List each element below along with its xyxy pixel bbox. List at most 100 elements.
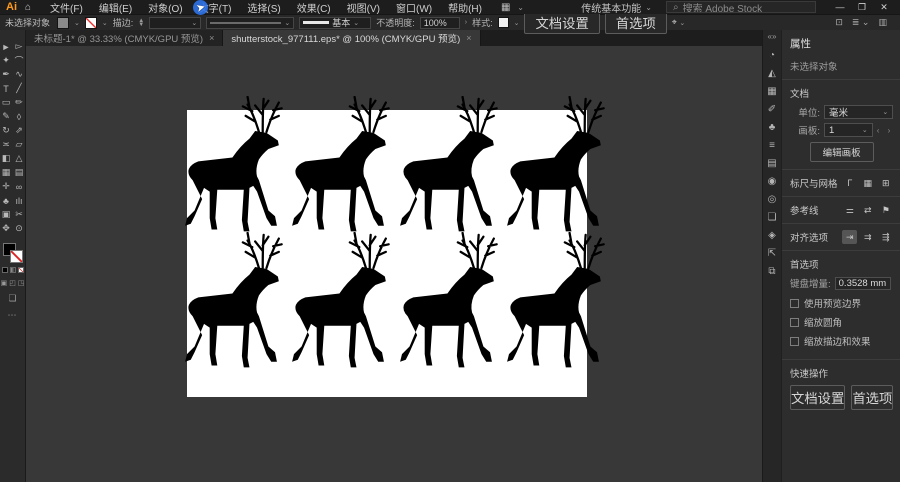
magic-wand-tool[interactable]: ✦: [0, 54, 12, 67]
keyboard-increment-field[interactable]: 0.3528 mm: [835, 277, 891, 290]
menu-item[interactable]: 效果(C): [290, 0, 338, 16]
menu-item[interactable]: 文件(F): [43, 0, 90, 16]
document-tab[interactable]: shutterstock_977111.eps* @ 100% (CMYK/GP…: [223, 30, 480, 46]
gradient-panel-icon[interactable]: ▤: [763, 155, 781, 172]
fill-color-swatch[interactable]: [57, 17, 69, 29]
menu-item[interactable]: 编辑(E): [92, 0, 139, 16]
rotate-tool[interactable]: ↻: [0, 124, 12, 137]
smart-guides-icon[interactable]: ⚑: [878, 203, 893, 217]
artboard-tool[interactable]: ▣: [0, 208, 12, 221]
menu-item[interactable]: 对象(O): [141, 0, 189, 16]
units-dropdown[interactable]: 毫米⌄: [824, 105, 893, 119]
graphic-styles-panel-icon[interactable]: ❏: [763, 209, 781, 226]
swatches-panel-icon[interactable]: ▦: [763, 83, 781, 100]
menu-item[interactable]: 窗口(W): [389, 0, 439, 16]
menu-item[interactable]: 文字(T): [192, 0, 239, 16]
symbols-panel-icon[interactable]: ♣: [763, 119, 781, 136]
direct-selection-tool[interactable]: ▻: [13, 40, 25, 53]
gradient-tool[interactable]: ▤: [13, 166, 25, 179]
slice-tool[interactable]: ✂: [13, 208, 25, 221]
zoom-tool[interactable]: ⊙: [13, 222, 25, 235]
show-guides-icon[interactable]: ⚌: [842, 203, 857, 217]
brushes-panel-icon[interactable]: ✐: [763, 101, 781, 118]
document-setup-button[interactable]: 文档设置: [790, 385, 845, 410]
draw-mode-icon[interactable]: ▣: [1, 279, 8, 287]
chevron-down-icon[interactable]: ⌄: [514, 19, 520, 27]
canvas[interactable]: [26, 46, 762, 482]
menu-item[interactable]: 视图(V): [340, 0, 387, 16]
checkbox[interactable]: [790, 299, 799, 308]
scale-tool[interactable]: ⇗: [13, 124, 25, 137]
checkbox[interactable]: [790, 318, 799, 327]
pencil-tool[interactable]: ✎: [0, 110, 12, 123]
shape-builder-tool[interactable]: ◧: [0, 152, 12, 165]
minimize-button[interactable]: —: [830, 2, 850, 13]
snap-option-icon[interactable]: ⇉: [860, 230, 875, 244]
arrange-documents-icon[interactable]: ▦ ⌄: [501, 2, 526, 13]
adobe-stock-search[interactable]: ⌕ 搜索 Adobe Stock: [666, 1, 816, 13]
fill-stroke-indicator[interactable]: [3, 243, 23, 263]
grid-icon[interactable]: ▦: [860, 176, 875, 190]
color-button[interactable]: [2, 267, 8, 273]
none-button[interactable]: [18, 267, 24, 273]
stroke-color-swatch[interactable]: [85, 17, 97, 29]
chevron-down-icon[interactable]: ⌄: [102, 19, 108, 27]
artboards-panel-icon[interactable]: ⧉: [763, 263, 781, 280]
variable-width-profile-dropdown[interactable]: ⌄: [206, 17, 294, 29]
menu-item[interactable]: 选择(S): [240, 0, 287, 16]
workspace-layout-icon[interactable]: ≣ ⌄: [852, 17, 870, 28]
expand-panels-icon[interactable]: «»: [768, 32, 777, 41]
symbol-sprayer-tool[interactable]: ♣: [0, 194, 12, 207]
snap-option-icon[interactable]: ⇶: [878, 230, 893, 244]
preferences-button[interactable]: 首选项: [851, 385, 893, 410]
color-guide-panel-icon[interactable]: ◭: [763, 65, 781, 82]
paintbrush-tool[interactable]: ✏: [13, 96, 25, 109]
mesh-tool[interactable]: ▦: [0, 166, 12, 179]
artboard-nav-arrows[interactable]: ‹ ›: [877, 126, 894, 135]
stroke-panel-icon[interactable]: ≡: [763, 137, 781, 154]
select-similar-icon[interactable]: ⌖ ⌄: [672, 17, 685, 28]
menu-item[interactable]: 帮助(H): [441, 0, 489, 16]
eraser-tool[interactable]: ◊: [13, 110, 25, 123]
perspective-grid-tool[interactable]: △: [13, 152, 25, 165]
close-icon[interactable]: ×: [209, 33, 214, 43]
document-tab[interactable]: 未标题-1* @ 33.33% (CMYK/GPU 预览) ×: [26, 30, 223, 46]
stroke-color-well[interactable]: [10, 250, 23, 263]
stroke-weight-dropdown[interactable]: ⌄: [149, 17, 201, 29]
snap-option-icon[interactable]: ⇥: [842, 230, 857, 244]
stroke-weight-stepper[interactable]: ▲▼: [138, 19, 144, 27]
workspace-switcher[interactable]: 传统基本功能⌄: [581, 0, 652, 15]
rectangle-tool[interactable]: ▭: [0, 96, 12, 109]
width-tool[interactable]: ≍: [0, 138, 12, 151]
close-button[interactable]: ✕: [874, 2, 894, 13]
graphic-style-swatch[interactable]: [498, 17, 509, 28]
opacity-value[interactable]: 100%: [420, 17, 460, 29]
asset-export-panel-icon[interactable]: ⇱: [763, 245, 781, 262]
restore-button[interactable]: ❐: [852, 2, 872, 13]
tab-properties[interactable]: 属性: [782, 30, 900, 55]
edit-artboards-button[interactable]: 编辑画板: [810, 142, 874, 162]
transparency-panel-icon[interactable]: ◉: [763, 173, 781, 190]
free-transform-tool[interactable]: ▱: [13, 138, 25, 151]
transparency-grid-icon[interactable]: ⊞: [878, 176, 893, 190]
checkbox[interactable]: [790, 337, 799, 346]
home-icon[interactable]: ⌂: [25, 2, 31, 13]
close-icon[interactable]: ×: [466, 33, 471, 43]
lock-guides-icon[interactable]: ⇄: [860, 203, 875, 217]
brush-definition-dropdown[interactable]: 基本⌄: [299, 17, 371, 29]
ruler-icon[interactable]: Γ: [842, 176, 857, 190]
color-panel-icon[interactable]: ◔: [763, 47, 781, 64]
blend-tool[interactable]: ∞: [13, 180, 25, 193]
pen-tool[interactable]: ✒: [0, 68, 12, 81]
arrange-documents-icon[interactable]: ⊡: [835, 17, 843, 28]
screen-mode-icon[interactable]: ❏: [8, 293, 16, 304]
layers-panel-icon[interactable]: ◈: [763, 227, 781, 244]
draw-mode-icon[interactable]: ◳: [18, 279, 25, 287]
gradient-button[interactable]: [10, 267, 16, 273]
type-tool[interactable]: T: [0, 82, 12, 95]
line-segment-tool[interactable]: ╱: [13, 82, 25, 95]
chevron-down-icon[interactable]: ⌄: [74, 19, 80, 27]
panel-dock-icon[interactable]: ▥: [878, 17, 887, 28]
draw-mode-icon[interactable]: ◰: [9, 279, 16, 287]
lasso-tool[interactable]: ⌒: [13, 54, 25, 67]
